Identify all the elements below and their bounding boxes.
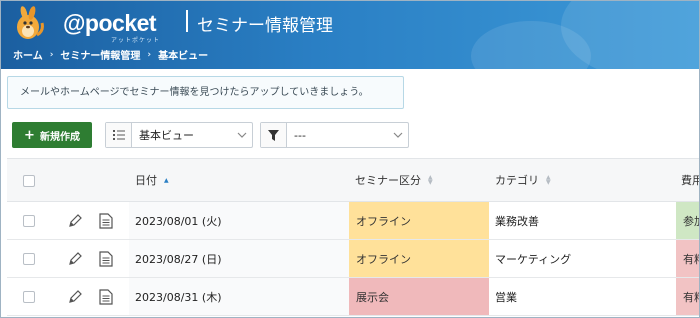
row-checkbox[interactable] (23, 291, 35, 303)
column-header-kubun[interactable]: セミナー区分 ▲ ▼ (355, 159, 433, 201)
pencil-icon[interactable] (67, 213, 83, 229)
cell-cost: 有料 (676, 240, 699, 277)
document-icon[interactable] (99, 213, 113, 229)
breadcrumb: ホーム › セミナー情報管理 › 基本ビュー (13, 47, 209, 63)
document-icon[interactable] (99, 251, 113, 267)
breadcrumb-home[interactable]: ホーム (13, 47, 43, 62)
column-label-category: カテゴリ (495, 174, 539, 187)
view-select[interactable]: 基本ビュー (105, 122, 253, 148)
chevron-right-icon: › (49, 49, 54, 60)
cell-cost: 有料 (676, 278, 699, 315)
cell-kubun: 展示会 (349, 278, 489, 315)
breadcrumb-current: 基本ビュー (158, 51, 209, 62)
cell-kubun: オフライン (349, 240, 489, 277)
sort-icon: ▲ ▼ (428, 174, 433, 186)
chevron-down-icon (388, 132, 408, 138)
column-header-category[interactable]: カテゴリ ▲ ▼ (495, 159, 551, 201)
cell-date: 2023/08/27 (日) (129, 240, 349, 277)
table-row[interactable]: 2023/08/31 (木) 展示会 営業 有料 (7, 278, 699, 316)
pencil-icon[interactable] (67, 289, 83, 305)
cell-category: 営業 (495, 290, 517, 304)
table-header: 日付 ▲ セミナー区分 ▲▼ カテゴリ ▲▼ 費用 (7, 158, 699, 202)
new-record-button[interactable]: + 新規作成 (12, 122, 92, 148)
filter-select[interactable]: --- (260, 122, 409, 148)
list-icon (106, 123, 132, 147)
page-title: セミナー情報管理 (197, 16, 333, 36)
column-label-date: 日付 (135, 174, 157, 187)
cell-category: マーケティング (495, 252, 572, 266)
chevron-right-icon: › (147, 49, 152, 60)
cell-date: 2023/08/01 (火) (129, 202, 349, 239)
sort-asc-icon: ▲ (164, 176, 169, 184)
kangaroo-logo-icon[interactable] (11, 5, 45, 41)
table-row[interactable]: 2023/08/01 (火) オフライン 業務改善 参加 (7, 202, 699, 240)
row-checkbox[interactable] (23, 215, 35, 227)
cell-date: 2023/08/31 (木) (129, 278, 349, 315)
column-header-date[interactable]: 日付 ▲ (135, 159, 169, 201)
header-divider (186, 10, 188, 32)
breadcrumb-seminar[interactable]: セミナー情報管理 (60, 47, 140, 62)
app-header: @pocket アットポケット セミナー情報管理 ホーム › セミナー情報管理 … (1, 1, 699, 69)
select-all-checkbox[interactable] (23, 175, 35, 187)
table-row[interactable]: 2023/08/27 (日) オフライン マーケティング 有料 (7, 240, 699, 278)
view-select-value: 基本ビュー (139, 129, 194, 142)
cell-category: 業務改善 (495, 214, 539, 228)
plus-icon: + (24, 127, 35, 143)
app-window: @pocket アットポケット セミナー情報管理 ホーム › セミナー情報管理 … (0, 0, 700, 318)
info-message: メールやホームページでセミナー情報を見つけたらアップしていきましょう。 (7, 76, 404, 109)
sort-icon: ▲ ▼ (546, 174, 551, 186)
cell-cost: 参加 (676, 202, 699, 239)
column-label-kubun: セミナー区分 (355, 174, 421, 187)
filter-icon (261, 123, 287, 147)
new-record-label: 新規作成 (39, 131, 80, 143)
document-icon[interactable] (99, 289, 113, 305)
brand-name[interactable]: @pocket (63, 10, 157, 37)
row-checkbox[interactable] (23, 253, 35, 265)
cell-kubun: オフライン (349, 202, 489, 239)
column-header-cost[interactable]: 費用 (681, 159, 699, 201)
column-label-cost: 費用 (681, 174, 699, 187)
pencil-icon[interactable] (67, 251, 83, 267)
filter-select-value: --- (294, 128, 306, 142)
brand-subtitle: アットポケット (111, 37, 161, 44)
chevron-down-icon (232, 132, 252, 138)
